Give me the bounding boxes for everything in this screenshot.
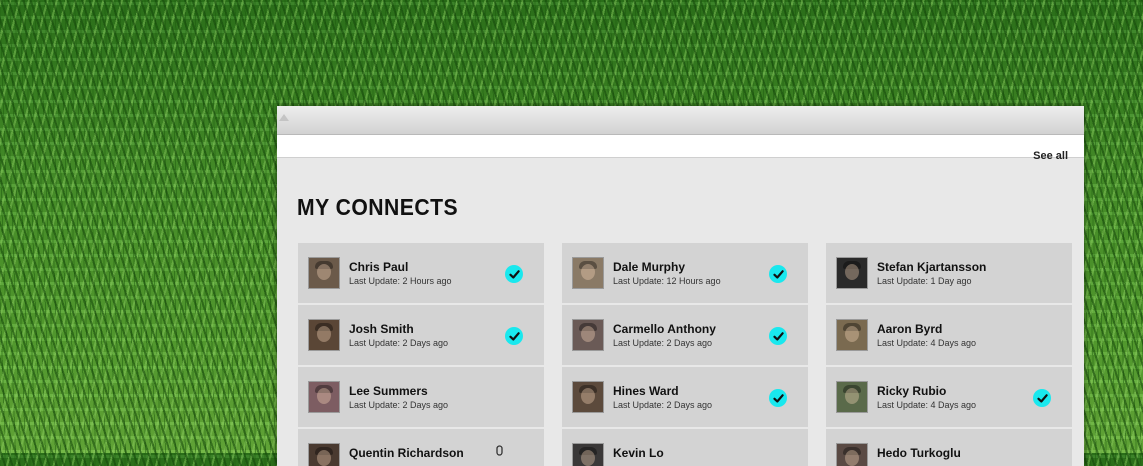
connect-card[interactable]: Quentin Richardson [298,429,544,466]
connect-name[interactable]: Josh Smith [349,322,414,336]
connects-panel: See all MY CONNECTS Chris Paul Last Updat… [277,150,1084,466]
avatar[interactable] [836,443,868,466]
connect-card[interactable]: Chris Paul Last Update: 2 Hours ago [298,243,544,303]
last-update-text: Last Update: 2 Hours ago [349,276,452,286]
last-update-text: Last Update: 2 Days ago [349,338,449,348]
last-update-text: Last Update: 2 Days ago [613,338,713,348]
check-icon[interactable] [769,265,787,283]
connect-card[interactable]: Hedo Turkoglu [826,429,1072,466]
connect-card[interactable]: Aaron Byrd Last Update: 4 Days ago [826,305,1072,365]
connect-name[interactable]: Hedo Turkoglu [877,446,961,460]
avatar[interactable] [836,381,868,413]
avatar[interactable] [308,319,340,351]
avatar[interactable] [572,319,604,351]
window-titlebar [277,106,1084,135]
check-icon[interactable] [505,265,523,283]
avatar[interactable] [836,257,868,289]
connect-name[interactable]: Kevin Lo [613,446,664,460]
avatar[interactable] [572,443,604,466]
connect-name[interactable]: Lee Summers [349,384,428,398]
avatar[interactable] [572,381,604,413]
check-icon[interactable] [769,327,787,345]
connect-name[interactable]: Dale Murphy [613,260,685,274]
check-icon[interactable] [1033,389,1051,407]
connect-name[interactable]: Carmello Anthony [613,322,716,336]
avatar[interactable] [836,319,868,351]
last-update-text: Last Update: 12 Hours ago [613,276,721,286]
connect-card[interactable]: Carmello Anthony Last Update: 2 Days ago [562,305,808,365]
connect-card[interactable]: Ricky Rubio Last Update: 4 Days ago [826,367,1072,427]
connect-card[interactable]: Kevin Lo [562,429,808,466]
browser-window: See all MY CONNECTS Chris Paul Last Updat… [277,106,1084,466]
connect-name[interactable]: Ricky Rubio [877,384,946,398]
connect-card[interactable]: Josh Smith Last Update: 2 Days ago [298,305,544,365]
avatar[interactable] [308,443,340,466]
page-title: MY CONNECTS [297,194,459,220]
see-all-link[interactable]: See all [1033,150,1068,162]
last-update-text: Last Update: 1 Day ago [877,276,972,286]
avatar[interactable] [308,257,340,289]
connect-card[interactable]: Stefan Kjartansson Last Update: 1 Day ago [826,243,1072,303]
last-update-text: Last Update: 2 Days ago [349,400,449,410]
last-update-text: Last Update: 2 Days ago [613,400,713,410]
last-update-text: Last Update: 4 Days ago [877,338,977,348]
check-icon[interactable] [769,389,787,407]
window-corner-icon [279,114,289,121]
avatar[interactable] [572,257,604,289]
last-update-text: Last Update: 4 Days ago [877,400,977,410]
connect-name[interactable]: Chris Paul [349,260,408,274]
connect-card[interactable]: Hines Ward Last Update: 2 Days ago [562,367,808,427]
connect-name[interactable]: Aaron Byrd [877,322,942,336]
avatar[interactable] [308,381,340,413]
address-bar[interactable] [277,135,1084,158]
connect-name[interactable]: Hines Ward [613,384,679,398]
connect-card[interactable]: Lee Summers Last Update: 2 Days ago [298,367,544,427]
connect-name[interactable]: Stefan Kjartansson [877,260,986,274]
check-icon[interactable] [505,327,523,345]
connect-card[interactable]: Dale Murphy Last Update: 12 Hours ago [562,243,808,303]
connect-name[interactable]: Quentin Richardson [349,446,464,460]
microphone-icon [495,445,504,462]
